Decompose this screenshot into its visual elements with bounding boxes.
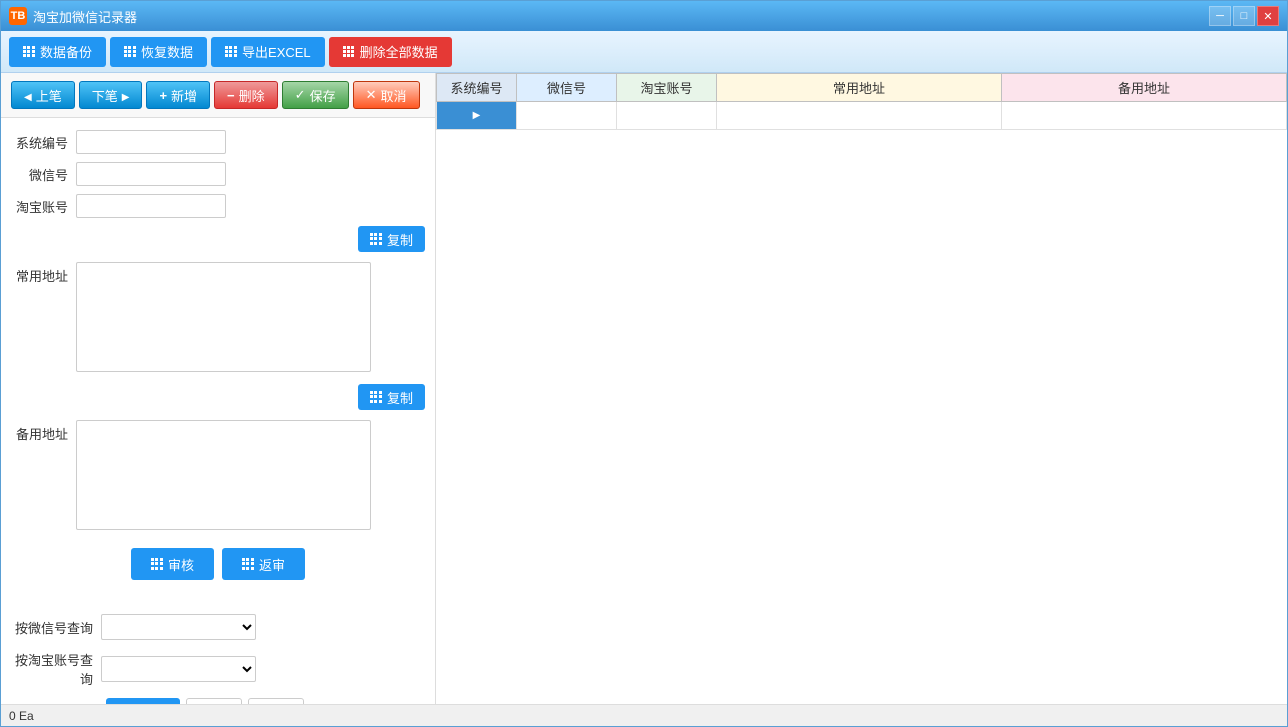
close-button[interactable]: ✕ [1257, 6, 1279, 26]
wechat-input[interactable] [76, 162, 226, 186]
check-icon [295, 87, 306, 103]
data-table: 系统编号 微信号 淘宝账号 常用地址 备用地址 ▶ [436, 73, 1287, 130]
address-label: 常用地址 [11, 262, 76, 285]
main-content: 上笔 下笔 新增 删除 保存 [1, 73, 1287, 704]
copy-grid-icon [370, 233, 382, 245]
system-id-label: 系统编号 [11, 133, 76, 152]
window-controls: ─ □ ✕ [1209, 6, 1279, 26]
return-icon [242, 558, 254, 570]
titlebar: TB 淘宝加微信记录器 ─ □ ✕ [1, 1, 1287, 31]
field-taobao: 淘宝账号 [11, 194, 425, 218]
field-backup-address: 备用地址 [11, 420, 425, 530]
cancel-button[interactable]: 取消 [353, 81, 420, 109]
col-address: 常用地址 [717, 74, 1002, 102]
search-wechat-label: 按微信号查询 [11, 618, 101, 637]
field-address: 常用地址 [11, 262, 425, 372]
address-textarea[interactable] [76, 262, 371, 372]
restore-data-button[interactable]: 恢复数据 [110, 37, 207, 67]
backup-address-label: 备用地址 [11, 420, 76, 443]
copy-address2-button[interactable]: 复制 [358, 384, 425, 410]
backup-button[interactable]: 数据备份 [9, 37, 106, 67]
window-title: 淘宝加微信记录器 [33, 7, 1209, 26]
app-icon: TB [9, 7, 27, 25]
left-panel: 上笔 下笔 新增 删除 保存 [1, 73, 436, 704]
return-button[interactable]: 返审 [222, 548, 305, 580]
col-backup: 备用地址 [1002, 74, 1287, 102]
col-taobao: 淘宝账号 [617, 74, 717, 102]
search-taobao-select[interactable] [101, 656, 256, 682]
x-icon [366, 87, 377, 103]
minimize-button[interactable]: ─ [1209, 6, 1231, 26]
copy-address1-button[interactable]: 复制 [358, 226, 425, 252]
table-row[interactable]: ▶ [437, 102, 1287, 130]
save-button[interactable]: 保存 [282, 81, 349, 109]
field-system-id: 系统编号 [11, 130, 425, 154]
review-button[interactable]: 审核 [131, 548, 214, 580]
nav-bar: 上笔 下笔 新增 删除 保存 [1, 73, 435, 118]
search-area: 按微信号查询 按淘宝账号查询 🔍 查询 [1, 602, 435, 704]
status-bar: 0 Ea [1, 704, 1287, 726]
right-panel: 系统编号 微信号 淘宝账号 常用地址 备用地址 ▶ [436, 73, 1287, 704]
copy-btn-wrapper2: 复制 [11, 384, 425, 410]
grid-icon3 [225, 46, 237, 58]
address-cell [717, 102, 1002, 130]
prev-button[interactable]: 上笔 [11, 81, 75, 109]
system-id-input[interactable] [76, 130, 226, 154]
status-text: 0 Ea [9, 709, 34, 723]
taobao-label: 淘宝账号 [11, 197, 76, 216]
delete-all-button[interactable]: 删除全部数据 [329, 37, 452, 67]
field-wechat: 微信号 [11, 162, 425, 186]
search-taobao-label: 按淘宝账号查询 [11, 650, 101, 688]
backup-address-textarea[interactable] [76, 420, 371, 530]
arrow-left-icon [24, 88, 32, 103]
search-wechat-row: 按微信号查询 [11, 614, 425, 640]
arrow-right-icon [122, 88, 130, 103]
export-excel-button[interactable]: 导出EXCEL [211, 37, 325, 67]
search-taobao-row: 按淘宝账号查询 [11, 650, 425, 688]
wechat-cell [517, 102, 617, 130]
restore-button[interactable]: □ [1233, 6, 1255, 26]
taobao-cell [617, 102, 717, 130]
form-area: 系统编号 微信号 淘宝账号 复制 [1, 118, 435, 602]
next-button[interactable]: 下笔 [79, 81, 143, 109]
add-button[interactable]: 新增 [146, 81, 210, 109]
minus-icon [227, 88, 235, 103]
taobao-input[interactable] [76, 194, 226, 218]
backup-cell [1002, 102, 1287, 130]
row-indicator: ▶ [437, 102, 517, 130]
copy-grid-icon2 [370, 391, 382, 403]
grid-icon2 [124, 46, 136, 58]
grid-icon4 [343, 46, 355, 58]
wechat-label: 微信号 [11, 165, 76, 184]
main-toolbar: 数据备份 恢复数据 导出EXCEL 删除全部数据 [1, 31, 1287, 73]
search-wechat-select[interactable] [101, 614, 256, 640]
copy-btn-wrapper1: 复制 [11, 226, 425, 252]
grid-icon [23, 46, 35, 58]
main-window: TB 淘宝加微信记录器 ─ □ ✕ 数据备份 恢复数据 导出EXCEL 删除全部… [0, 0, 1288, 727]
action-buttons: 审核 返审 [11, 538, 425, 590]
plus-icon [159, 88, 167, 103]
col-wechat: 微信号 [517, 74, 617, 102]
delete-button[interactable]: 删除 [214, 81, 278, 109]
review-icon [151, 558, 163, 570]
col-system-id: 系统编号 [437, 74, 517, 102]
